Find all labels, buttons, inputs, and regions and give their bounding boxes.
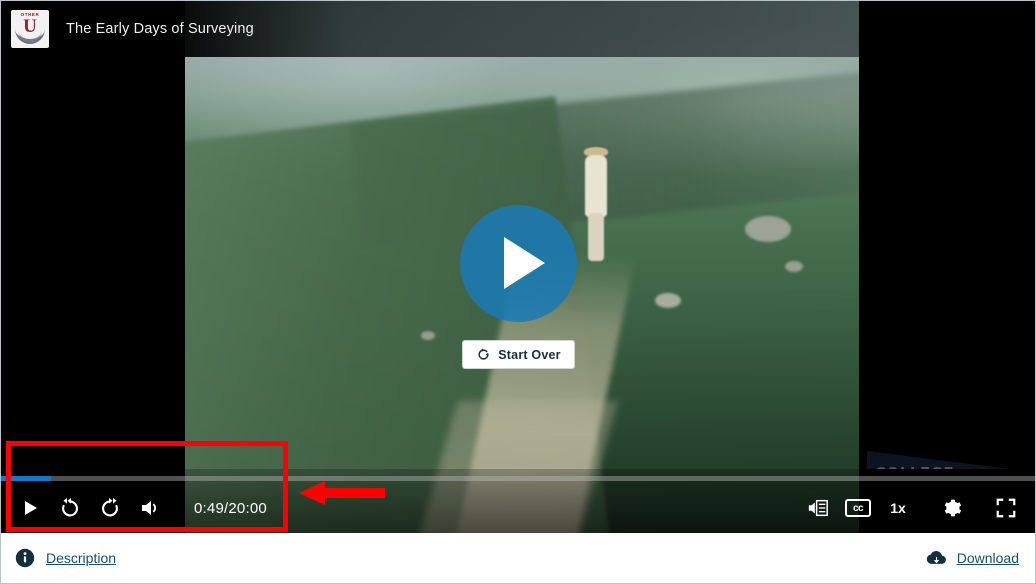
captions-button[interactable]: cc bbox=[840, 490, 876, 526]
speed-label: 1x bbox=[890, 500, 906, 516]
fullscreen-button[interactable] bbox=[988, 490, 1024, 526]
start-over-button[interactable]: Start Over bbox=[462, 340, 575, 369]
volume-icon bbox=[142, 501, 156, 515]
info-icon bbox=[15, 548, 35, 568]
settings-button[interactable] bbox=[934, 490, 970, 526]
description-link[interactable]: Description bbox=[46, 550, 116, 566]
progress-played bbox=[1, 476, 51, 481]
audio-description-icon bbox=[808, 499, 828, 517]
forward-10-icon bbox=[102, 498, 118, 517]
controls-row: 0:49/20:00 cc 1x bbox=[1, 483, 1035, 533]
video-scenery-rock bbox=[421, 331, 435, 340]
video-scenery-rock bbox=[785, 261, 803, 272]
download-link[interactable]: Download bbox=[957, 550, 1019, 566]
audio-description-button[interactable] bbox=[800, 490, 836, 526]
crest-logo-icon: OTHER U bbox=[11, 10, 49, 48]
video-player[interactable]: OTHER U The Early Days of Surveying Star… bbox=[1, 1, 1035, 533]
cloud-download-icon bbox=[926, 551, 946, 564]
forward-button[interactable] bbox=[92, 490, 128, 526]
volume-button[interactable] bbox=[132, 490, 168, 526]
player-control-bar: 0:49/20:00 cc 1x bbox=[1, 469, 1035, 533]
description-group[interactable]: Description bbox=[15, 548, 116, 568]
gear-icon bbox=[944, 499, 962, 517]
video-scenery-rock bbox=[745, 216, 791, 242]
video-title: The Early Days of Surveying bbox=[66, 21, 254, 37]
playback-speed-button[interactable]: 1x bbox=[880, 490, 916, 526]
video-scenery-person bbox=[579, 147, 613, 263]
download-group[interactable]: Download bbox=[925, 548, 1019, 568]
video-scenery-rock bbox=[655, 293, 681, 308]
start-over-label: Start Over bbox=[498, 347, 561, 362]
play-icon bbox=[25, 501, 37, 515]
big-play-button[interactable] bbox=[460, 205, 577, 322]
fullscreen-icon bbox=[996, 498, 1016, 518]
progress-scrubber[interactable] bbox=[1, 476, 1035, 481]
rewind-10-icon bbox=[62, 498, 78, 517]
media-actions-bar: Description Download bbox=[1, 533, 1035, 583]
replay-icon bbox=[478, 348, 489, 360]
cc-badge: cc bbox=[845, 499, 871, 517]
cc-label: cc bbox=[852, 502, 864, 514]
player-header: OTHER U The Early Days of Surveying bbox=[1, 1, 859, 57]
time-display: 0:49/20:00 bbox=[194, 499, 267, 517]
rewind-button[interactable] bbox=[52, 490, 88, 526]
video-player-page: OTHER U The Early Days of Surveying Star… bbox=[0, 0, 1036, 584]
person-legs bbox=[588, 213, 604, 261]
play-button[interactable] bbox=[12, 490, 48, 526]
person-body bbox=[585, 155, 607, 217]
